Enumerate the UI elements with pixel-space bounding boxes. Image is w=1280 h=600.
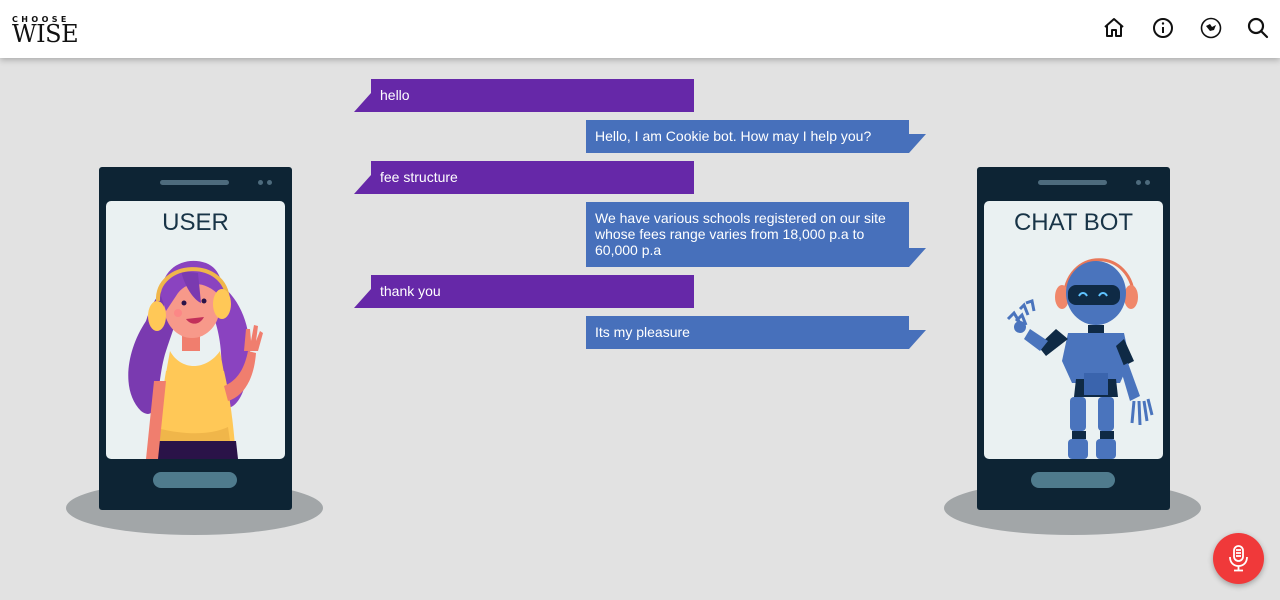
phone-dot bbox=[1145, 180, 1150, 185]
phone-home-button bbox=[1031, 472, 1115, 488]
user-avatar-illustration bbox=[128, 260, 263, 459]
phone-speaker bbox=[1038, 180, 1107, 185]
phone-speaker bbox=[160, 180, 229, 185]
bot-phone-screen: CHAT BOT bbox=[984, 201, 1163, 459]
phone-dot bbox=[258, 180, 263, 185]
user-phone: USER bbox=[99, 167, 292, 510]
phone-home-button bbox=[153, 472, 237, 488]
user-message: thank you bbox=[354, 275, 694, 308]
user-message: hello bbox=[354, 79, 694, 112]
phone-dot bbox=[267, 180, 272, 185]
user-phone-screen: USER bbox=[106, 201, 285, 459]
microphone-button[interactable] bbox=[1213, 533, 1264, 584]
user-message: fee structure bbox=[354, 161, 694, 194]
home-icon[interactable] bbox=[1102, 16, 1126, 40]
robot-illustration bbox=[1006, 258, 1154, 459]
bot-phone: CHAT BOT bbox=[977, 167, 1170, 510]
top-header: CHOOSE WISE bbox=[0, 0, 1280, 58]
bot-message: Its my pleasure bbox=[586, 316, 926, 349]
bot-message: We have various schools registered on ou… bbox=[586, 202, 926, 267]
logo-bottom-text: WISE bbox=[12, 20, 79, 48]
phone-dot bbox=[1136, 180, 1141, 185]
info-icon[interactable] bbox=[1151, 16, 1175, 40]
microphone-icon bbox=[1229, 545, 1248, 572]
bot-message: Hello, I am Cookie bot. How may I help y… bbox=[586, 120, 926, 153]
compass-icon[interactable] bbox=[1199, 16, 1223, 40]
choose-wise-logo[interactable]: CHOOSE WISE bbox=[12, 15, 92, 47]
search-icon[interactable] bbox=[1246, 16, 1270, 40]
